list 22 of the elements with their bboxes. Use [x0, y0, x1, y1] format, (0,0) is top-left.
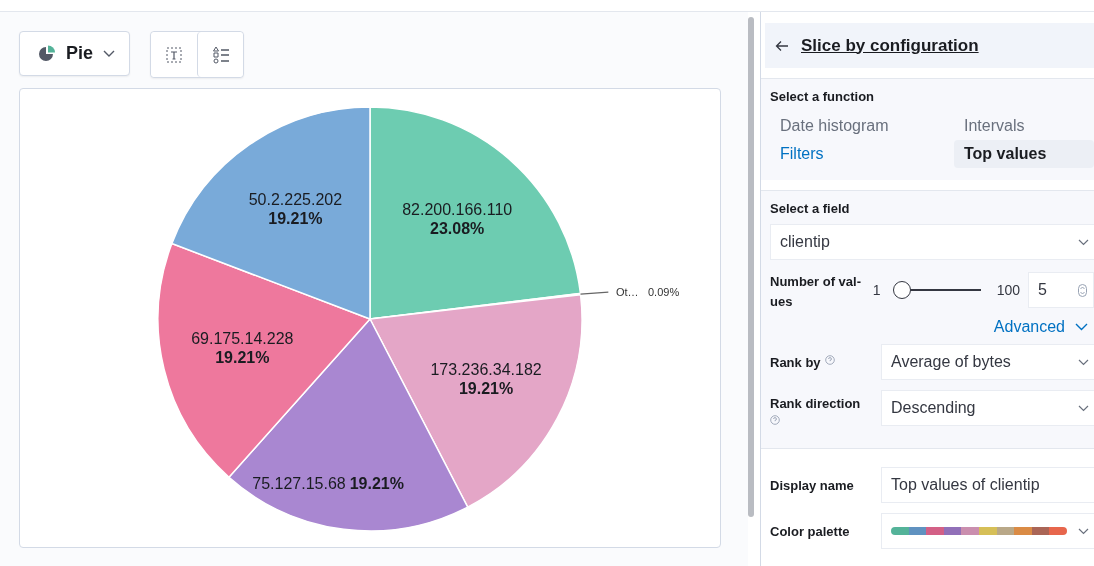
slice-value: 23.08%	[430, 219, 485, 237]
field-label: Number of val- ues	[770, 273, 862, 311]
field-label: Rank direction	[770, 396, 861, 411]
field-label: Rank by	[770, 355, 821, 370]
field-label: Select a function	[770, 89, 876, 104]
field-label: Select a field	[770, 201, 851, 216]
slider-min: 1	[872, 282, 881, 298]
slice-label: 173.236.34.182	[430, 360, 542, 378]
slice-value: 19.21%	[215, 349, 270, 367]
slice-value: 19.21%	[268, 209, 323, 227]
slice-label: Ot…	[616, 286, 639, 299]
slice-label: 69.175.14.228	[191, 330, 294, 348]
slice-label: 50.2.225.202	[248, 190, 343, 208]
slider-max: 100	[996, 282, 1020, 298]
panel-title: Slice by configuration	[801, 35, 979, 56]
slice-label: 82.200.166.110	[402, 200, 513, 218]
slice-label: 75.127.15.68	[252, 475, 346, 493]
field-label: Color palette	[770, 524, 850, 539]
slice-value: 19.21%	[458, 379, 514, 397]
slice-value: 19.21%	[349, 475, 404, 493]
field-label: Display name	[770, 478, 854, 493]
slice-value: 0.09%	[648, 286, 680, 299]
